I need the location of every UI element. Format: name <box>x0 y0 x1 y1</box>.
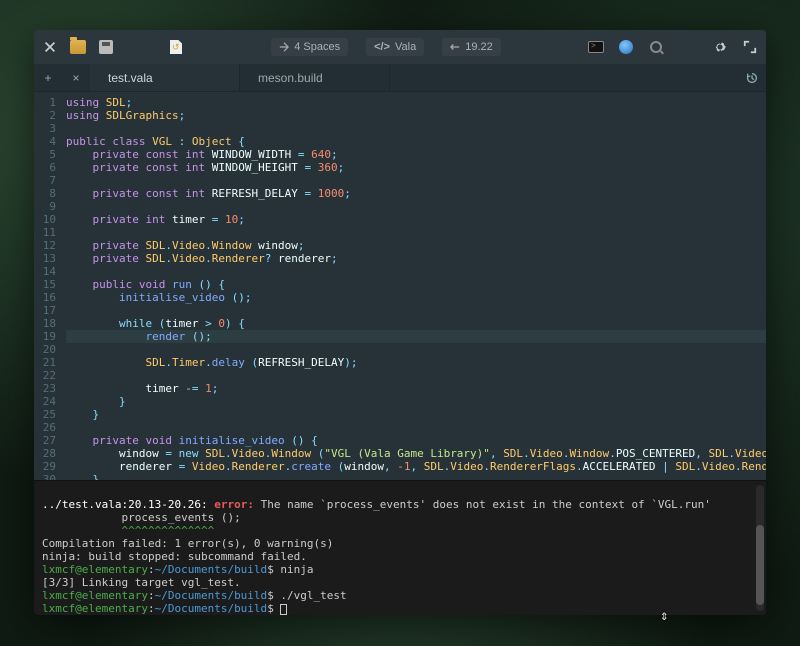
tab-label: test.vala <box>108 71 153 85</box>
browser-preview-icon[interactable] <box>618 39 634 55</box>
terminal-command: ./vgl_test <box>274 589 347 602</box>
terminal-error-tag: error: <box>214 498 254 511</box>
maximize-icon[interactable] <box>742 39 758 55</box>
terminal-ninja-stopped: ninja: build stopped: subcommand failed. <box>42 550 307 563</box>
save-icon[interactable] <box>98 39 114 55</box>
revert-icon[interactable] <box>168 39 184 55</box>
terminal-error-caret: ^^^^^^^^^^^^^^ <box>42 524 214 537</box>
terminal-prompt-user: lxmcf@elementary <box>42 563 148 576</box>
terminal-scrollbar[interactable] <box>756 485 764 611</box>
language-label: Vala <box>395 41 416 53</box>
open-folder-icon[interactable] <box>70 39 86 55</box>
tab-bar: + × test.vala meson.build <box>34 64 766 92</box>
code-area[interactable]: using SDL;using SDLGraphics;public class… <box>62 92 766 480</box>
terminal-toggle-icon[interactable] <box>588 39 604 55</box>
terminal-error-message: The name `process_events' does not exist… <box>254 498 711 511</box>
new-tab-button[interactable]: + <box>34 64 62 91</box>
tab-history-icon[interactable] <box>738 64 766 91</box>
terminal-error-source-line: process_events (); <box>42 511 241 524</box>
tab-test-vala[interactable]: test.vala <box>90 64 240 91</box>
terminal-error-location: ../test.vala:20.13-20.26: <box>42 498 208 511</box>
tab-meson-build[interactable]: meson.build <box>240 64 390 91</box>
terminal-link-output: [3/3] Linking target vgl_test. <box>42 576 241 589</box>
editor-window: 4 Spaces </> Vala 19.22 + <box>34 30 766 615</box>
indent-label: 4 Spaces <box>294 41 340 53</box>
code-editor[interactable]: 1234567891011121314151617181920212223242… <box>34 92 766 480</box>
cursor-position-label: 19.22 <box>465 41 493 53</box>
terminal-compilation-failed: Compilation failed: 1 error(s), 0 warnin… <box>42 537 333 550</box>
terminal-command: ninja <box>274 563 314 576</box>
tab-label: meson.build <box>258 71 323 85</box>
terminal-scrollbar-thumb[interactable] <box>756 525 764 605</box>
terminal-cursor <box>280 604 287 615</box>
close-icon[interactable] <box>42 39 58 55</box>
cursor-position[interactable]: 19.22 <box>442 38 501 56</box>
integrated-terminal[interactable]: ../test.vala:20.13-20.26: error: The nam… <box>34 480 766 615</box>
close-tab-button[interactable]: × <box>62 64 90 91</box>
settings-gear-icon[interactable] <box>712 39 728 55</box>
terminal-prompt-path: ~/Documents/build <box>155 563 268 576</box>
language-selector[interactable]: </> Vala <box>366 38 424 56</box>
titlebar: 4 Spaces </> Vala 19.22 <box>34 30 766 64</box>
indent-selector[interactable]: 4 Spaces <box>271 38 348 56</box>
line-number-gutter: 1234567891011121314151617181920212223242… <box>34 92 62 480</box>
zoom-icon[interactable] <box>648 39 664 55</box>
